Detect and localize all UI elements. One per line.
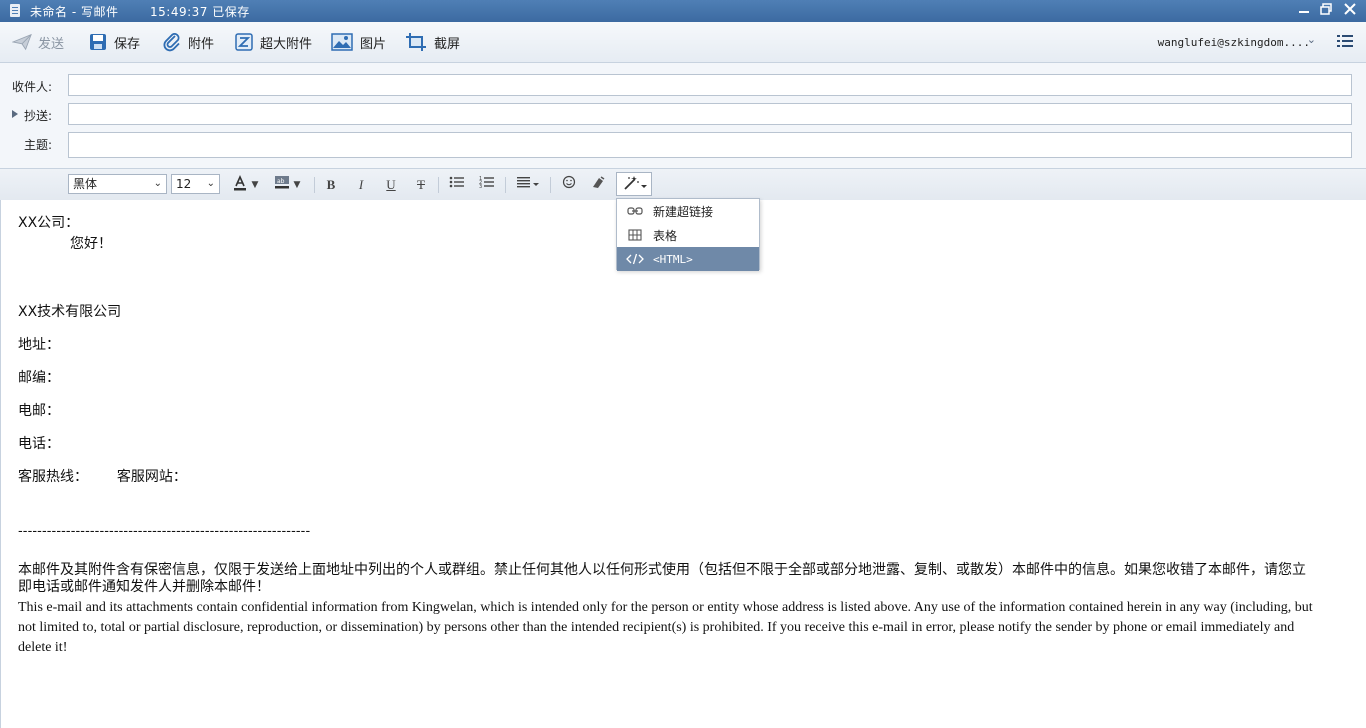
image-icon [330, 32, 354, 52]
subject-input[interactable] [68, 132, 1352, 158]
code-icon [617, 253, 653, 265]
bold-icon[interactable]: B [320, 175, 342, 195]
table-icon [617, 229, 653, 241]
subject-label: 主题: [24, 138, 53, 152]
expand-triangle-icon[interactable] [11, 107, 19, 121]
send-label: 发送 [38, 36, 65, 52]
hotline-line: 客服热线： 客服网站： [18, 466, 187, 486]
menu-item-label: 新建超链接 [653, 204, 714, 219]
insert-menu-button[interactable] [616, 172, 652, 196]
header-fields: 收件人: 抄送: 主题: [0, 63, 1366, 169]
numbered-list-icon[interactable]: 123 [476, 175, 498, 195]
separator [550, 177, 551, 193]
main-toolbar: 发送 保存 附件 超大附件 图片 截屏 wanglufei@szkingdom.… [0, 22, 1366, 63]
menu-item-table[interactable]: 表格 [617, 223, 759, 247]
attachment-button[interactable]: 附件 [162, 30, 214, 54]
magic-wand-icon [624, 176, 647, 190]
paperclip-icon [162, 32, 182, 52]
font-family-select[interactable]: 黑体 ⌄ [68, 174, 167, 194]
highlight-color-icon: ab [275, 176, 289, 189]
chevron-down-icon: ⌄ [206, 178, 215, 189]
message-editor[interactable]: XX公司： 您好！ XX技术有限公司 地址： 邮编： 电邮： 电话： 客服热线：… [0, 200, 1366, 728]
screenshot-label: 截屏 [434, 36, 461, 52]
highlight-button[interactable]: ab [271, 175, 293, 195]
large-attachment-button[interactable]: 超大附件 [234, 30, 312, 54]
font-size-value: 12 [176, 177, 192, 191]
list-menu-icon[interactable] [1336, 32, 1354, 50]
screenshot-button[interactable]: 截屏 [404, 30, 460, 54]
close-icon[interactable] [1340, 2, 1360, 20]
bullet-list-icon[interactable] [446, 175, 468, 195]
separator [505, 177, 506, 193]
title-bar: 未命名 - 写邮件 15:49:37 已保存 [0, 0, 1366, 22]
menu-item-html[interactable]: <HTML> [617, 247, 759, 271]
large-attachment-label: 超大附件 [260, 36, 313, 52]
strikethrough-icon[interactable]: T [410, 175, 432, 195]
font-family-value: 黑体 [73, 177, 98, 191]
format-toolbar: 黑体 ⌄ 12 ⌄ ▼ ab ▼ B I U T 123 [0, 168, 1366, 201]
save-status: 15:49:37 已保存 [150, 5, 250, 19]
document-icon [10, 4, 20, 17]
crop-icon [404, 32, 428, 52]
italic-icon[interactable]: I [350, 175, 372, 195]
menu-item-new-link[interactable]: 新建超链接 [617, 199, 759, 223]
save-icon [88, 32, 108, 52]
font-color-button[interactable] [229, 175, 251, 195]
send-icon [12, 32, 32, 52]
disclaimer-english: This e-mail and its attachments contain … [18, 600, 1313, 655]
phone-line: 电话： [18, 436, 60, 452]
image-button[interactable]: 图片 [330, 30, 386, 54]
window-title: 未命名 - 写邮件 [30, 5, 119, 19]
hotline-label: 客服热线： [18, 469, 88, 485]
disclaimer-chinese: 本邮件及其附件含有保密信息，仅限于发送给上面地址中列出的个人或群组。禁止任何其他… [18, 562, 1306, 595]
menu-item-label: 表格 [653, 228, 678, 243]
email-line: 电邮： [18, 403, 60, 419]
font-color-dropdown-icon[interactable]: ▼ [249, 175, 261, 195]
subject-row: 主题: [0, 132, 1366, 158]
signature-company: XX技术有限公司 [18, 304, 122, 320]
separator [314, 177, 315, 193]
attachment-label: 附件 [188, 36, 215, 52]
highlight-dropdown-icon[interactable]: ▼ [291, 175, 303, 195]
website-label: 客服网站： [116, 469, 187, 485]
align-menu-icon[interactable] [514, 175, 542, 195]
account-selector[interactable]: wanglufei@szkingdom.... [1158, 36, 1310, 49]
separator [438, 177, 439, 193]
address-line: 地址： [18, 337, 60, 353]
emoji-icon[interactable] [558, 175, 580, 195]
image-label: 图片 [360, 36, 387, 52]
to-row: 收件人: [0, 74, 1366, 98]
link-icon [617, 207, 653, 215]
svg-text:ab: ab [277, 178, 285, 185]
greeting-company: XX公司： [18, 215, 80, 231]
separator-line: ----------------------------------------… [18, 524, 311, 539]
underline-icon[interactable]: U [380, 175, 402, 195]
chevron-down-icon[interactable]: ⌄ [1307, 33, 1316, 46]
font-color-icon [234, 175, 246, 191]
menu-item-label: <HTML> [653, 252, 693, 266]
restore-icon[interactable] [1316, 2, 1336, 20]
insert-dropdown-menu: 新建超链接 表格 <HTML> [616, 198, 760, 271]
cc-label: 抄送: [24, 109, 53, 123]
postcode-line: 邮编： [18, 370, 60, 386]
greeting-line: 您好！ [70, 236, 112, 252]
chevron-down-icon: ⌄ [153, 178, 162, 189]
send-button[interactable]: 发送 [12, 30, 64, 54]
to-input[interactable] [68, 74, 1352, 96]
save-label: 保存 [114, 36, 141, 52]
large-attachment-icon [234, 32, 254, 52]
cc-row: 抄送: [0, 103, 1366, 127]
to-label: 收件人: [12, 80, 53, 94]
minimize-icon[interactable] [1294, 2, 1314, 20]
font-size-select[interactable]: 12 ⌄ [171, 174, 220, 194]
save-button[interactable]: 保存 [88, 30, 140, 54]
clear-format-icon[interactable] [587, 175, 609, 195]
cc-input[interactable] [68, 103, 1352, 125]
svg-text:3: 3 [479, 184, 482, 189]
